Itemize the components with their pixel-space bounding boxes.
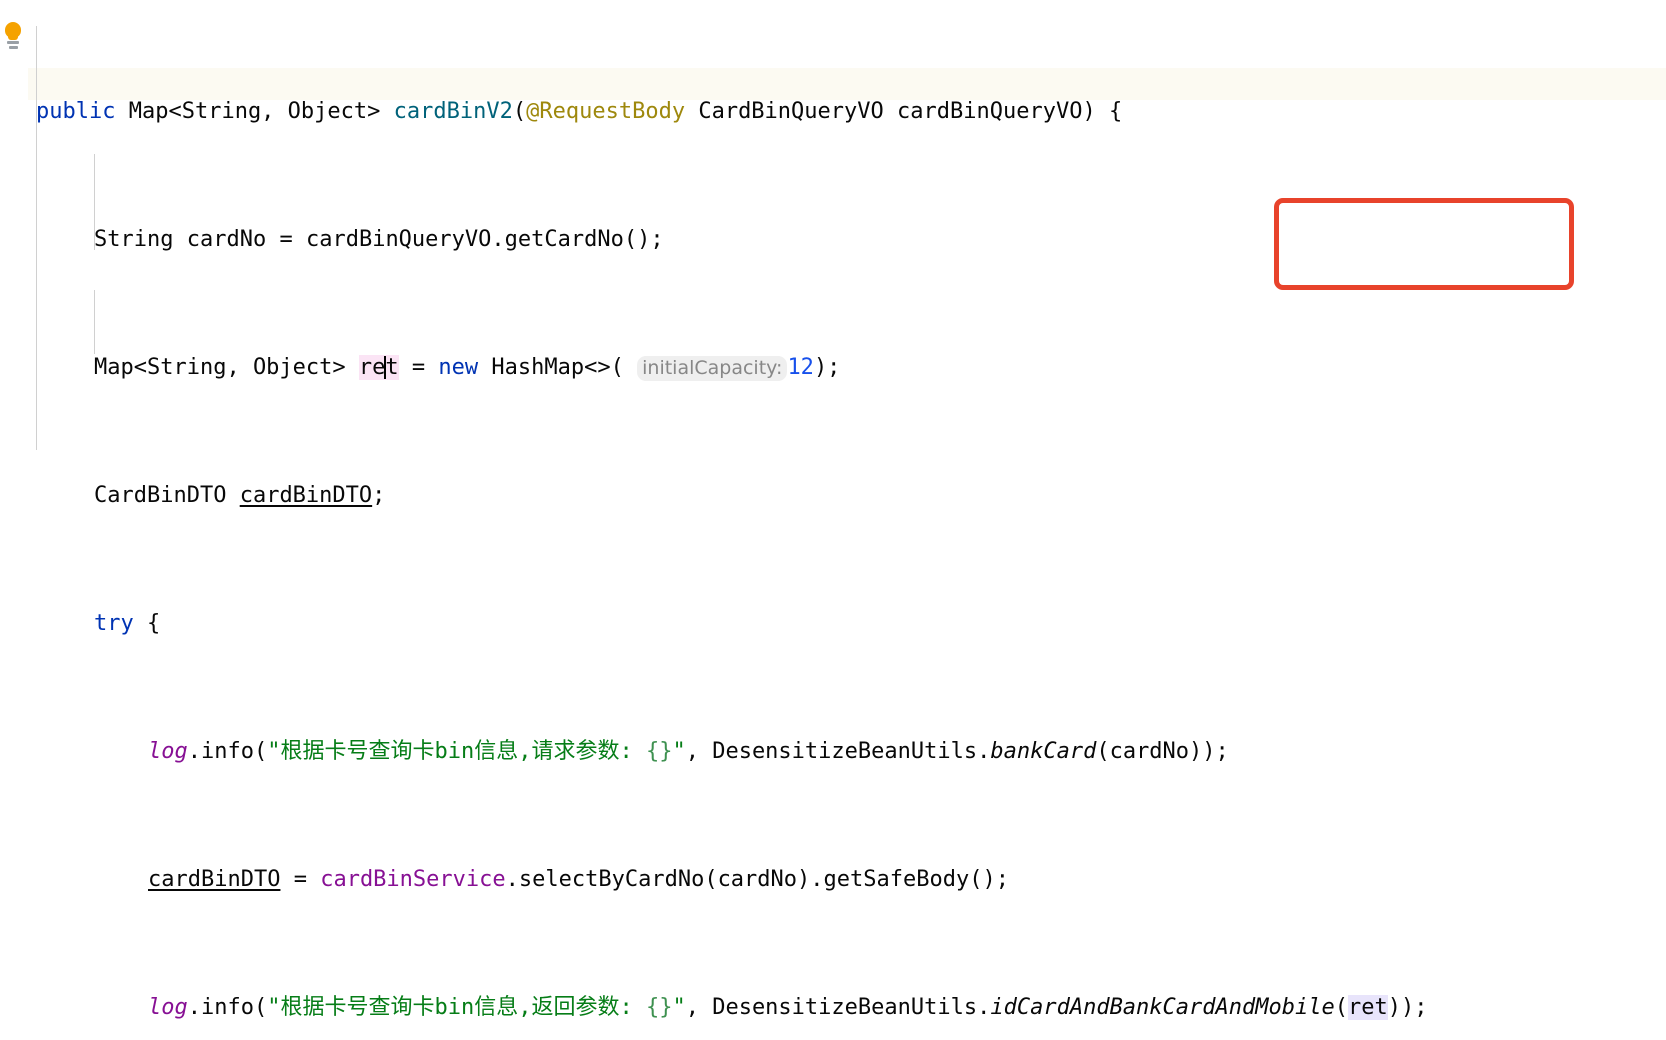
annotation-requestbody: @RequestBody bbox=[526, 99, 686, 124]
line6-tail: (cardNo)); bbox=[1096, 739, 1229, 764]
string-placeholder-6: {} bbox=[645, 739, 673, 764]
paren-8: ( bbox=[1334, 995, 1348, 1020]
keyword-new-3: new bbox=[438, 355, 479, 380]
static-method-idCardAndBankCardAndMobile: idCardAndBankCardAndMobile bbox=[990, 995, 1335, 1020]
assign-op: = bbox=[279, 227, 293, 252]
string-close-8: " bbox=[672, 995, 686, 1020]
code-line-5[interactable]: try { bbox=[0, 608, 1666, 640]
comma-8: , bbox=[685, 995, 713, 1020]
code-line-1[interactable]: public Map<String, Object> cardBinV2(@Re… bbox=[0, 96, 1666, 128]
call-info-6: .info( bbox=[187, 739, 268, 764]
var-name-cardNo: cardNo bbox=[186, 227, 267, 252]
brace-open-try: { bbox=[147, 611, 161, 636]
code-line-2[interactable]: String cardNo = cardBinQueryVO.getCardNo… bbox=[0, 224, 1666, 256]
static-method-bankCard: bankCard bbox=[990, 739, 1097, 764]
code-content[interactable]: public Map<String, Object> cardBinV2(@Re… bbox=[0, 0, 1666, 1040]
code-line-6[interactable]: log.info("根据卡号查询卡bin信息,请求参数: {}", Desens… bbox=[0, 736, 1666, 768]
var-ret-part-a: re bbox=[358, 355, 386, 380]
code-editor[interactable]: public Map<String, Object> cardBinV2(@Re… bbox=[0, 0, 1666, 1020]
line3-tail: ); bbox=[813, 355, 841, 380]
code-line-3[interactable]: Map<String, Object> ret = new HashMap<>(… bbox=[0, 352, 1666, 384]
line7-tail: .selectByCardNo(cardNo).getSafeBody(); bbox=[505, 867, 1009, 892]
line1-tail: ) { bbox=[1082, 99, 1123, 124]
var-ret-part-b: t bbox=[385, 355, 399, 380]
return-type: Map<String, Object> bbox=[128, 99, 381, 124]
paren-open: ( bbox=[512, 99, 527, 124]
keyword-try: try bbox=[94, 611, 134, 636]
expr-getCardNo: cardBinQueryVO.getCardNo(); bbox=[305, 227, 664, 252]
method-name-cardBinV2: cardBinV2 bbox=[393, 99, 513, 124]
utils-class-8: DesensitizeBeanUtils. bbox=[712, 995, 991, 1020]
var-ret-declaration: ret bbox=[358, 355, 399, 380]
var-type-string: String bbox=[94, 227, 174, 252]
assign-op-3: = bbox=[398, 355, 439, 380]
logger-log-6: log bbox=[148, 739, 188, 764]
code-line-4[interactable]: CardBinDTO cardBinDTO; bbox=[0, 480, 1666, 512]
keyword-public: public bbox=[36, 99, 116, 124]
var-cardBinDTO-decl: cardBinDTO bbox=[239, 483, 373, 508]
string-placeholder-8: {} bbox=[645, 995, 673, 1020]
line4-tail: ; bbox=[372, 483, 386, 508]
line8-tail: )); bbox=[1387, 995, 1428, 1020]
ctor-hashmap: HashMap<>( bbox=[491, 355, 624, 380]
string-close-6: " bbox=[672, 739, 686, 764]
code-line-8[interactable]: log.info("根据卡号查询卡bin信息,返回参数: {}", Desens… bbox=[0, 992, 1666, 1024]
assign-op-7: = bbox=[280, 867, 321, 892]
param-name: cardBinQueryVO bbox=[897, 99, 1083, 124]
logger-log-8: log bbox=[148, 995, 188, 1020]
call-info-8: .info( bbox=[187, 995, 268, 1020]
literal-12: 12 bbox=[787, 355, 814, 380]
code-line-7[interactable]: cardBinDTO = cardBinService.selectByCard… bbox=[0, 864, 1666, 896]
var-ret-usage-8: ret bbox=[1347, 995, 1388, 1020]
string-literal-6: "根据卡号查询卡bin信息,请求参数: bbox=[267, 739, 646, 764]
field-cardBinService: cardBinService bbox=[320, 867, 506, 892]
utils-class-6: DesensitizeBeanUtils. bbox=[712, 739, 991, 764]
inlay-hint-initialCapacity[interactable]: initialCapacity: bbox=[637, 356, 788, 381]
string-literal-8: "根据卡号查询卡bin信息,返回参数: bbox=[267, 995, 646, 1020]
type-cardbindto: CardBinDTO bbox=[94, 483, 227, 508]
comma-6: , bbox=[685, 739, 713, 764]
var-cardBinDTO-7: cardBinDTO bbox=[148, 867, 281, 892]
param-type: CardBinQueryVO bbox=[698, 99, 884, 124]
map-type: Map<String, Object> bbox=[94, 355, 346, 380]
